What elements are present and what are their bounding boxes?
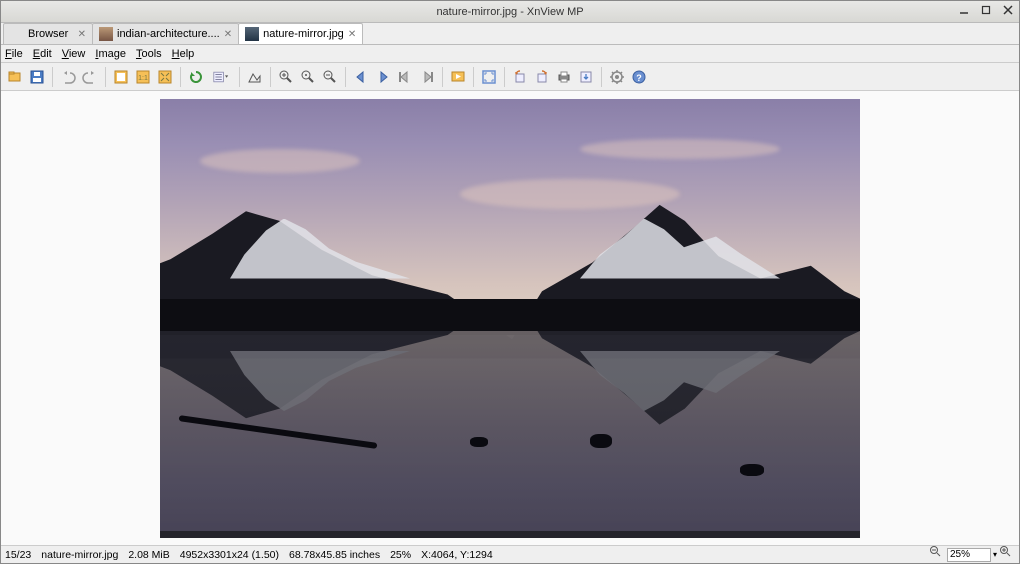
image-viewport[interactable] bbox=[1, 91, 1019, 545]
zoom-control: ▾ bbox=[929, 545, 1015, 564]
status-filename: nature-mirror.jpg bbox=[41, 549, 118, 561]
redo-icon[interactable] bbox=[80, 67, 100, 87]
tab-label: indian-architecture.... bbox=[117, 28, 220, 40]
close-icon[interactable]: ✕ bbox=[224, 29, 232, 40]
tab-label: nature-mirror.jpg bbox=[263, 28, 344, 40]
image-icon bbox=[99, 27, 113, 41]
zoom-in-icon[interactable] bbox=[276, 67, 296, 87]
fullscreen-icon[interactable] bbox=[479, 67, 499, 87]
fit-window-icon[interactable] bbox=[111, 67, 131, 87]
actual-size-icon[interactable]: 1:1 bbox=[133, 67, 153, 87]
close-icon[interactable]: ✕ bbox=[78, 29, 86, 40]
statusbar: 15/23 nature-mirror.jpg 2.08 MiB 4952x33… bbox=[1, 545, 1019, 563]
prev-icon[interactable] bbox=[351, 67, 371, 87]
status-size: 2.08 MiB bbox=[128, 549, 169, 561]
menu-help[interactable]: Help bbox=[172, 48, 195, 60]
svg-text:1:1: 1:1 bbox=[138, 75, 148, 82]
tab-nature-mirror[interactable]: nature-mirror.jpg ✕ bbox=[238, 23, 363, 44]
tab-indian-architecture[interactable]: indian-architecture.... ✕ bbox=[92, 23, 239, 44]
tab-label: Browser bbox=[28, 28, 68, 40]
menu-view[interactable]: View bbox=[62, 48, 86, 60]
svg-text:?: ? bbox=[636, 73, 642, 83]
slideshow-icon[interactable] bbox=[448, 67, 468, 87]
save-icon[interactable] bbox=[27, 67, 47, 87]
maximize-button[interactable] bbox=[979, 3, 993, 17]
properties-dropdown-icon[interactable] bbox=[208, 67, 234, 87]
status-position: X:4064, Y:1294 bbox=[421, 549, 493, 561]
levels-icon[interactable] bbox=[245, 67, 265, 87]
folder-icon bbox=[10, 27, 24, 41]
minimize-button[interactable] bbox=[957, 3, 971, 17]
status-dimensions: 4952x3301x24 (1.50) bbox=[180, 549, 279, 561]
zoom-in-icon[interactable] bbox=[999, 545, 1015, 564]
menubar: File Edit View Image Tools Help bbox=[1, 45, 1019, 63]
close-button[interactable] bbox=[1001, 3, 1015, 17]
next-icon[interactable] bbox=[373, 67, 393, 87]
tab-browser[interactable]: Browser ✕ bbox=[3, 23, 93, 44]
window-title: nature-mirror.jpg - XnView MP bbox=[436, 6, 583, 18]
undo-icon[interactable] bbox=[58, 67, 78, 87]
last-icon[interactable] bbox=[417, 67, 437, 87]
image-canvas bbox=[160, 99, 860, 538]
menu-edit[interactable]: Edit bbox=[33, 48, 52, 60]
rotate-right-icon[interactable] bbox=[532, 67, 552, 87]
menu-file[interactable]: File bbox=[5, 48, 23, 60]
menu-image[interactable]: Image bbox=[95, 48, 126, 60]
print-icon[interactable] bbox=[554, 67, 574, 87]
help-icon[interactable]: ? bbox=[629, 67, 649, 87]
rotate-left-icon[interactable] bbox=[510, 67, 530, 87]
settings-icon[interactable] bbox=[607, 67, 627, 87]
close-icon[interactable]: ✕ bbox=[348, 29, 356, 40]
zoom-100-icon[interactable] bbox=[298, 67, 318, 87]
zoom-out-icon[interactable] bbox=[320, 67, 340, 87]
zoom-input[interactable] bbox=[947, 548, 991, 562]
status-index: 15/23 bbox=[5, 549, 31, 561]
image-icon bbox=[245, 27, 259, 41]
export-icon[interactable] bbox=[576, 67, 596, 87]
open-icon[interactable] bbox=[5, 67, 25, 87]
fit-image-icon[interactable] bbox=[155, 67, 175, 87]
menu-tools[interactable]: Tools bbox=[136, 48, 162, 60]
tab-bar: Browser ✕ indian-architecture.... ✕ natu… bbox=[1, 23, 1019, 45]
toolbar: 1:1? bbox=[1, 63, 1019, 91]
zoom-out-icon[interactable] bbox=[929, 545, 945, 564]
dropdown-icon[interactable]: ▾ bbox=[993, 550, 997, 559]
first-icon[interactable] bbox=[395, 67, 415, 87]
status-zoom: 25% bbox=[390, 549, 411, 561]
titlebar: nature-mirror.jpg - XnView MP bbox=[1, 1, 1019, 23]
status-inches: 68.78x45.85 inches bbox=[289, 549, 380, 561]
refresh-icon[interactable] bbox=[186, 67, 206, 87]
